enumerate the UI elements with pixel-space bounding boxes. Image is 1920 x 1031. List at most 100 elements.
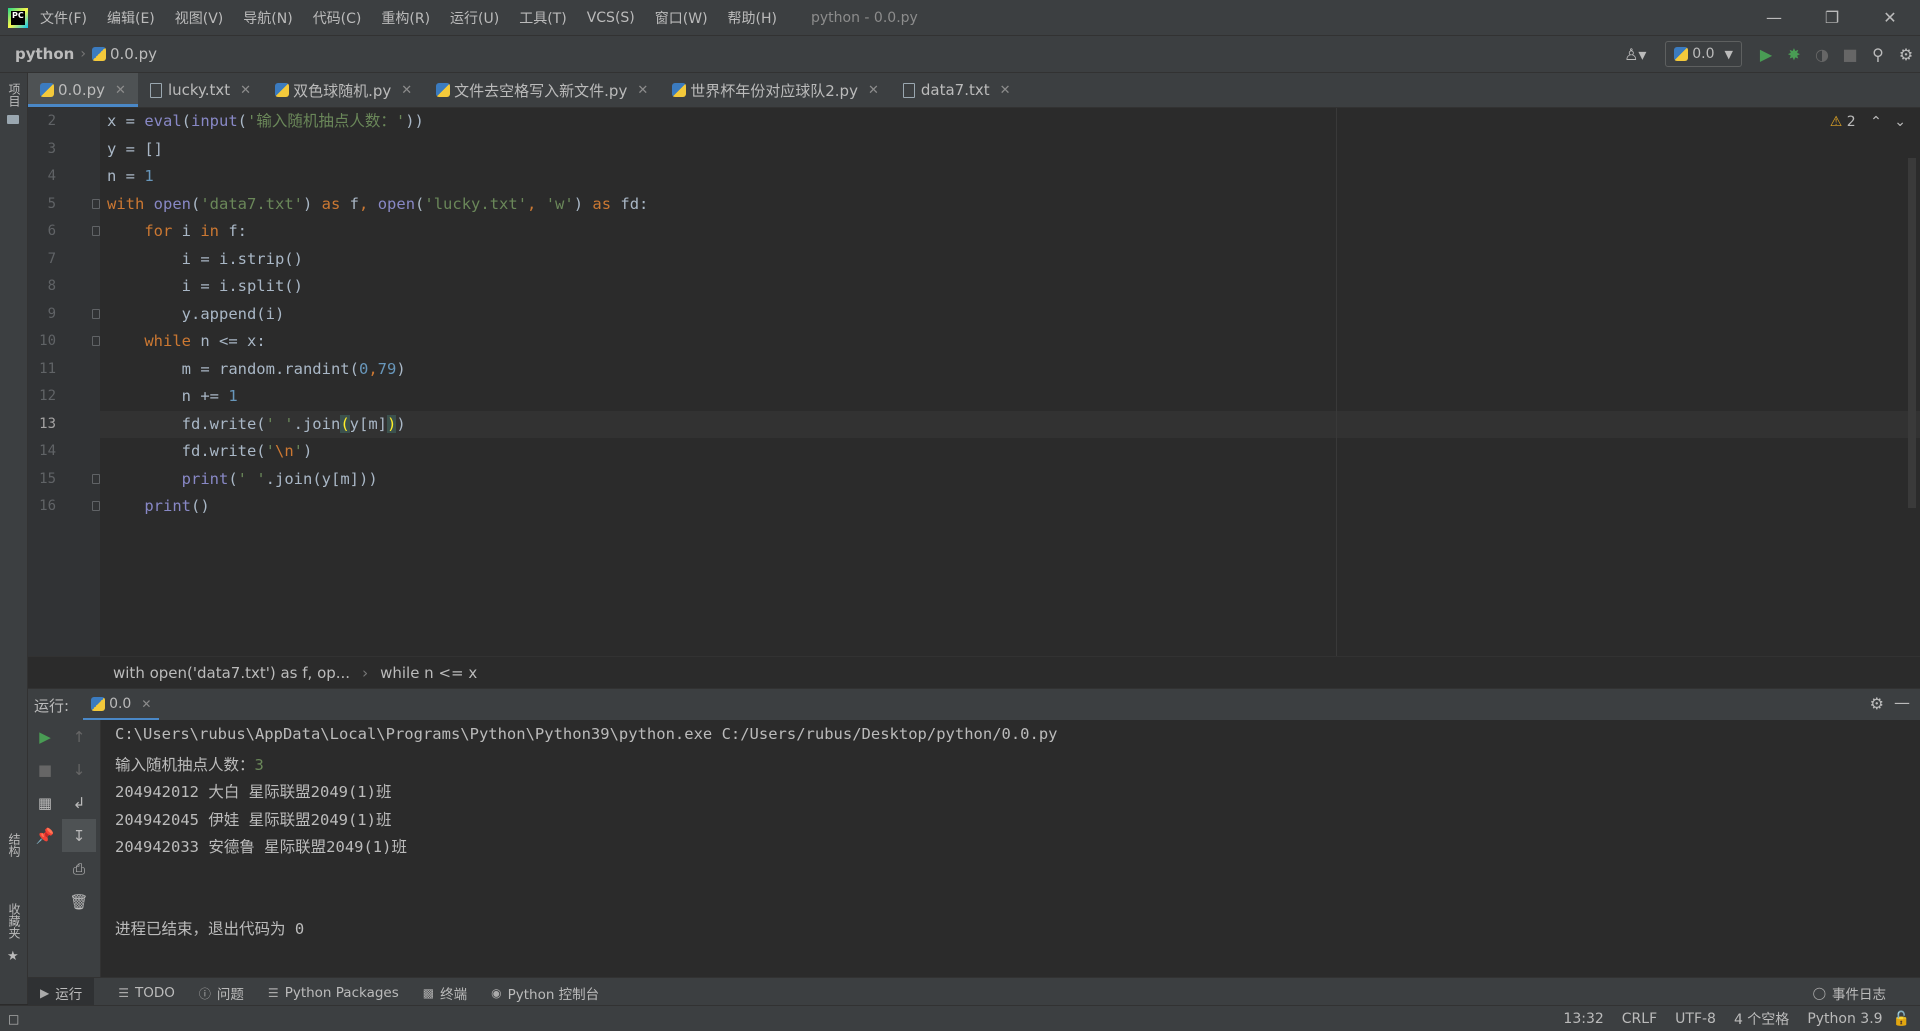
run-tab[interactable]: 0.0 ✕ [83, 689, 160, 721]
minimize-button[interactable]: — [1746, 0, 1802, 35]
menu-view[interactable]: 视图(V) [175, 8, 224, 28]
stop-icon[interactable]: ■ [1836, 40, 1864, 68]
stop-icon[interactable]: ■ [28, 753, 62, 786]
line-number: 9 [47, 305, 56, 322]
python-packages-tool-button[interactable]: ☰ Python Packages [268, 985, 399, 1001]
code-line: m = random.randint(0,79) [107, 359, 406, 378]
layers-icon: ☰ [267, 986, 279, 1000]
chevron-up-icon[interactable]: ⌃ [1870, 114, 1882, 130]
tab-0-0-py[interactable]: 0.0.py ✕ [28, 73, 138, 107]
run-icon[interactable]: ▶ [1752, 40, 1780, 68]
fold-marker-icon[interactable] [92, 226, 100, 236]
project-tool-tab[interactable]: 项目 [6, 83, 23, 107]
hide-panel-icon[interactable]: — [1894, 693, 1910, 712]
search-icon[interactable]: ⚲ [1864, 40, 1892, 68]
file-encoding[interactable]: UTF-8 [1675, 1011, 1716, 1027]
menu-navigate[interactable]: 导航(N) [243, 8, 292, 28]
tab-data7-txt[interactable]: data7.txt ✕ [891, 73, 1023, 107]
menu-vcs[interactable]: VCS(S) [587, 10, 635, 26]
editor-scrollbar[interactable] [1908, 158, 1916, 508]
fold-marker-icon[interactable] [92, 199, 100, 209]
restore-button[interactable]: ❐ [1804, 0, 1860, 35]
scroll-to-end-icon[interactable]: ↧ [62, 819, 96, 852]
code-line: while n <= x: [144, 332, 266, 350]
run-console[interactable]: C:\Users\rubus\AppData\Local\Programs\Py… [101, 720, 1920, 977]
event-log-label: 事件日志 [1832, 987, 1886, 1003]
fold-marker-icon[interactable] [92, 336, 100, 346]
print-icon[interactable]: ⎙ [62, 852, 96, 885]
menu-file[interactable]: 文件(F) [40, 8, 87, 28]
close-window-button[interactable]: ✕ [1862, 0, 1918, 35]
python-console-tool-label: Python 控制台 [507, 987, 600, 1003]
python-packages-tool-label: Python Packages [284, 985, 399, 1001]
pin-icon[interactable]: 📌 [28, 819, 62, 852]
menu-code[interactable]: 代码(C) [313, 8, 362, 28]
menu-tools[interactable]: 工具(T) [519, 8, 566, 28]
user-icon[interactable]: ♙▾ [1615, 40, 1655, 68]
problems-tool-button[interactable]: ⓘ 问题 [199, 983, 244, 1004]
menu-window[interactable]: 窗口(W) [655, 8, 708, 28]
cursor-position[interactable]: 13:32 [1563, 1011, 1603, 1027]
editor-tab-bar: 0.0.py ✕ lucky.txt ✕ 双色球随机.py ✕ 文件去空格写入新… [28, 73, 1920, 108]
close-tab-icon[interactable]: ✕ [141, 697, 151, 711]
line-number: 4 [47, 168, 56, 184]
arrow-up-icon[interactable]: ↑ [62, 720, 96, 753]
close-tab-icon[interactable]: ✕ [240, 83, 251, 98]
close-tab-icon[interactable]: ✕ [637, 83, 648, 98]
breadcrumb-with[interactable]: with open('data7.txt') as f, op... [113, 664, 350, 682]
chevron-down-icon[interactable]: ⌄ [1894, 114, 1906, 130]
code-line: y = [] [107, 139, 163, 158]
line-separator[interactable]: CRLF [1622, 1011, 1657, 1027]
structure-tool-tab[interactable]: 结构 [6, 833, 23, 857]
event-log-button[interactable]: ◯ 事件日志 [1813, 983, 1886, 1003]
tab-lucky-txt[interactable]: lucky.txt ✕ [138, 73, 263, 107]
indent-setting[interactable]: 4 个空格 [1734, 1009, 1789, 1029]
close-tab-icon[interactable]: ✕ [1000, 83, 1011, 98]
debug-icon[interactable]: ✸ [1780, 40, 1808, 68]
tab-world-cup[interactable]: 世界杯年份对应球队2.py ✕ [660, 73, 891, 107]
run-tool-button[interactable]: ▶ 运行 [28, 978, 95, 1008]
arrow-down-icon[interactable]: ↓ [62, 753, 96, 786]
close-tab-icon[interactable]: ✕ [868, 83, 879, 98]
tab-double-color-ball[interactable]: 双色球随机.py ✕ [263, 73, 424, 107]
python-file-icon [672, 83, 687, 97]
inspection-widget[interactable]: ⚠ 2 ⌃ ⌄ [1830, 114, 1906, 130]
breadcrumb-while[interactable]: while n <= x [380, 664, 477, 682]
breadcrumb-project[interactable]: python [15, 45, 74, 63]
fold-marker-icon[interactable] [92, 501, 100, 511]
soft-wrap-icon[interactable]: ↲ [62, 786, 96, 819]
lock-icon[interactable]: 🔓 [1893, 1011, 1910, 1027]
menu-refactor[interactable]: 重构(R) [381, 8, 430, 28]
tab-remove-spaces[interactable]: 文件去空格写入新文件.py ✕ [424, 73, 660, 107]
navigation-bar: python › 0.0.py ♙▾ 0.0 ▼ ▶ ✸ ◑ ■ ⚲ ⚙ [0, 36, 1920, 73]
todo-tool-button[interactable]: ☰ TODO [118, 985, 175, 1001]
window-title: python - 0.0.py [811, 9, 918, 26]
console-line: 进程已结束，退出代码为 0 [115, 920, 305, 938]
menu-bar: PC 文件(F) 编辑(E) 视图(V) 导航(N) 代码(C) 重构(R) 运… [0, 0, 1920, 36]
terminal-tool-button[interactable]: ▩ 终端 [423, 983, 467, 1003]
trash-icon[interactable]: 🗑 [62, 885, 96, 918]
fold-marker-icon[interactable] [92, 474, 100, 484]
gear-icon[interactable]: ⚙ [1870, 694, 1884, 713]
python-console-tool-button[interactable]: ◉ Python 控制台 [491, 983, 599, 1003]
gear-icon[interactable]: ⚙ [1892, 40, 1920, 68]
status-bar: □ 13:32 CRLF UTF-8 4 个空格 Python 3.9 🔓 [0, 1005, 1920, 1031]
close-tab-icon[interactable]: ✕ [401, 83, 412, 98]
close-tab-icon[interactable]: ✕ [115, 83, 126, 98]
menu-edit[interactable]: 编辑(E) [107, 8, 155, 28]
console-input-value: 3 [254, 755, 264, 774]
python-interpreter[interactable]: Python 3.9 [1807, 1011, 1882, 1027]
code-editor[interactable]: 2 3 4 5 6 7 8 9 10 11 12 13 14 15 16 x =… [28, 108, 1920, 656]
run-config-select[interactable]: 0.0 ▼ [1665, 41, 1742, 67]
layout-icon[interactable]: ▦ [28, 786, 62, 819]
console-line: 204942012 大白 星际联盟2049(1)班 [115, 783, 392, 801]
menu-run[interactable]: 运行(U) [450, 8, 499, 28]
coverage-icon[interactable]: ◑ [1808, 40, 1836, 68]
rerun-icon[interactable]: ▶ [28, 720, 62, 753]
code-breadcrumbs: with open('data7.txt') as f, op... › whi… [28, 656, 1920, 689]
fold-marker-icon[interactable] [92, 309, 100, 319]
menu-help[interactable]: 帮助(H) [728, 8, 777, 28]
breadcrumb-file[interactable]: 0.0.py [110, 45, 157, 63]
panel-toggle-icon[interactable]: □ [8, 1012, 19, 1026]
favorites-tool-tab[interactable]: 收藏夹 [6, 903, 23, 939]
